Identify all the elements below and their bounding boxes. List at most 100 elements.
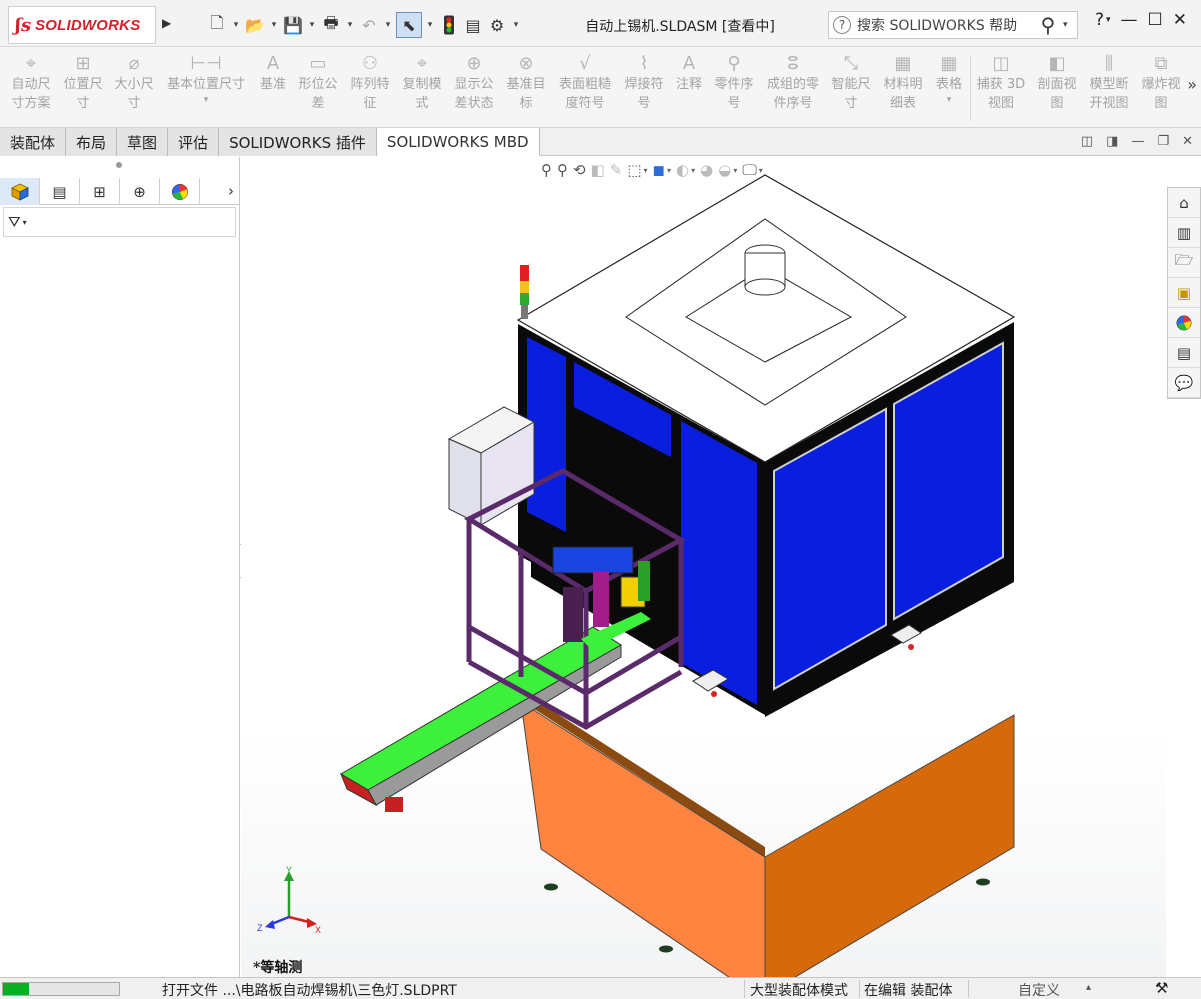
help-icon[interactable]: ? (1095, 10, 1104, 30)
select-pointer-icon[interactable]: ⬉ (396, 12, 422, 38)
forum-chat-icon[interactable]: 💬 (1168, 368, 1200, 398)
open-dropdown-icon[interactable]: ▾ (268, 20, 280, 30)
options-dropdown-icon[interactable]: ▾ (510, 20, 522, 30)
more-commands-icon[interactable]: » (1187, 75, 1197, 94)
solidworks-logo[interactable]: ʃs SOLIDWORKS (8, 6, 156, 44)
save-dropdown-icon[interactable]: ▾ (306, 20, 318, 30)
basic-location-dimension-button[interactable]: ⊢⊣ 基本位置尺寸 ▾ (162, 53, 250, 106)
size-dimension-button[interactable]: ⌀ 大小尺寸 (112, 53, 156, 113)
unit-system-dropdown-icon[interactable]: ▴ (1086, 982, 1091, 993)
surface-finish-button[interactable]: √ 表面粗糙度符号 (556, 53, 614, 113)
stacked-balloon-label: 成组的零件序号 (766, 77, 819, 111)
tab-assembly[interactable]: 装配体 (0, 128, 67, 156)
rebuild-status-icon[interactable]: ⚒ (1155, 979, 1168, 997)
location-dimension-icon: ⊞ (75, 53, 91, 74)
status-separator (859, 980, 860, 998)
help-search[interactable]: ? 搜索 SOLIDWORKS 帮助 ⚲ ▾ (828, 11, 1078, 39)
basic-location-dropdown-icon[interactable]: ▾ (204, 94, 209, 106)
search-dropdown-icon[interactable]: ▾ (1063, 20, 1077, 30)
display-manager-icon[interactable] (160, 178, 200, 205)
undo-icon[interactable]: ↶ (358, 12, 380, 38)
tree-filter[interactable]: ⛛ ▾ (3, 207, 236, 237)
soldering-head (593, 572, 609, 627)
previous-document-icon[interactable]: ◫ (1081, 134, 1093, 149)
minimize-icon[interactable]: — (1121, 10, 1138, 30)
configuration-manager-icon[interactable]: ⊞ (80, 178, 120, 205)
section-view-button[interactable]: ◧ 剖面视图 (1034, 53, 1080, 113)
tab-addins[interactable]: SOLIDWORKS 插件 (219, 128, 377, 156)
property-manager-icon[interactable]: ▤ (40, 178, 80, 205)
tab-layout[interactable]: 布局 (66, 128, 118, 156)
foot (659, 945, 673, 953)
smart-dimension-button[interactable]: ⤡ 智能尺寸 (828, 53, 874, 113)
stacked-balloon-button[interactable]: ⵓ 成组的零件序号 (764, 53, 822, 113)
design-library-icon[interactable]: ▥ (1168, 218, 1200, 248)
datum-target-button[interactable]: ⊗ 基准目标 (504, 53, 548, 113)
location-dimension-button[interactable]: ⊞ 位置尺寸 (60, 53, 106, 113)
graphics-viewport[interactable]: ⚲ ⚲ ⟲ ◧ ✎ ⬚ ▾ ◼ ▾ ◐ ▾ ◕ ◒ ▾ 🖵 ▾ Y X Z *等… (241, 157, 1166, 977)
auto-dimension-button[interactable]: ⌖ 自动尺寸方案 (8, 53, 54, 113)
show-tolerance-status-icon: ⊕ (466, 53, 482, 74)
exploded-view-button[interactable]: ⧉ 爆炸视图 (1138, 53, 1184, 113)
table-dropdown-icon[interactable]: ▾ (947, 94, 952, 106)
table-button[interactable]: ▦ 表格 ▾ (932, 53, 966, 106)
geometric-tolerance-button[interactable]: ▭ 形位公差 (296, 53, 340, 113)
doc-minimize-icon[interactable]: — (1131, 134, 1144, 149)
linear-module (563, 587, 583, 642)
copy-scheme-button[interactable]: ⌖ 复制模式 (400, 53, 444, 113)
assembly-model[interactable] (241, 157, 1166, 977)
document-title: 自动上锡机.SLDASM [查看中] (585, 19, 775, 35)
tab-sketch[interactable]: 草图 (117, 128, 169, 156)
feature-manager-tree-icon[interactable] (0, 178, 40, 205)
model-break-view-button[interactable]: ⫼ 模型断开视图 (1086, 53, 1132, 113)
print-dropdown-icon[interactable]: ▾ (344, 20, 356, 30)
doc-restore-icon[interactable]: ❐ (1157, 134, 1169, 149)
view-orientation-label: *等轴测 (253, 960, 303, 976)
next-document-icon[interactable]: ◨ (1106, 134, 1118, 149)
file-properties-icon[interactable]: ▤ (462, 12, 484, 38)
close-icon[interactable]: ✕ (1173, 10, 1187, 30)
tab-evaluate[interactable]: 评估 (168, 128, 220, 156)
appearances-scenes-icon[interactable] (1168, 308, 1200, 338)
bom-label: 材料明细表 (883, 77, 923, 111)
weld-symbol-label: 焊接符号 (624, 77, 664, 111)
new-document-icon[interactable]: 🗋 (206, 12, 228, 38)
dimxpert-manager-icon[interactable]: ⊕ (120, 178, 160, 205)
signal-pole (521, 305, 528, 319)
status-separator (968, 980, 969, 998)
model-break-view-label: 模型断开视图 (1089, 77, 1129, 111)
custom-properties-icon[interactable]: ▤ (1168, 338, 1200, 368)
maximize-icon[interactable]: ☐ (1148, 10, 1163, 30)
table-icon: ▦ (940, 53, 958, 74)
options-gear-icon[interactable]: ⚙ (486, 12, 508, 38)
pattern-feature-button[interactable]: ⚇ 阵列特征 (348, 53, 392, 113)
undo-dropdown-icon[interactable]: ▾ (382, 20, 394, 30)
search-input[interactable]: 搜索 SOLIDWORKS 帮助 (857, 15, 1033, 35)
open-document-icon[interactable]: 📂 (244, 12, 266, 38)
search-icon[interactable]: ⚲ (1033, 13, 1063, 37)
solidworks-resources-home-icon[interactable]: ⌂ (1168, 188, 1200, 218)
pattern-feature-icon: ⚇ (361, 53, 379, 74)
save-icon[interactable]: 💾 (282, 12, 304, 38)
rebuild-traffic-light-icon[interactable] (438, 12, 460, 38)
show-tolerance-status-button[interactable]: ⊕ 显示公差状态 (452, 53, 496, 113)
doc-close-icon[interactable]: ✕ (1182, 134, 1193, 149)
tab-mbd[interactable]: SOLIDWORKS MBD (376, 128, 540, 156)
panel-tabs-more-icon[interactable]: › (228, 182, 234, 200)
view-palette-icon[interactable]: ▣ (1168, 278, 1200, 308)
menu-expand-icon[interactable]: ▶ (162, 16, 171, 30)
select-dropdown-icon[interactable]: ▾ (424, 20, 436, 30)
print-icon[interactable]: 🖶 (320, 12, 342, 38)
new-dropdown-icon[interactable]: ▾ (230, 20, 242, 30)
help-dropdown-icon[interactable]: ▾ (1106, 15, 1111, 25)
bom-button[interactable]: ▦ 材料明细表 (880, 53, 926, 113)
balloon-button[interactable]: ⚲ 零件序号 (710, 53, 758, 113)
datum-button[interactable]: A 基准 (256, 53, 290, 94)
capture-3d-view-button[interactable]: ◫ 捕获 3D 视图 (974, 53, 1028, 113)
panel-grip[interactable] (116, 162, 122, 168)
file-explorer-folder-icon[interactable]: 🗁 (1168, 248, 1200, 278)
note-button[interactable]: A 注释 (672, 53, 706, 94)
progress-fill (3, 983, 29, 995)
weld-symbol-button[interactable]: ⌇ 焊接符号 (622, 53, 666, 113)
unit-system-custom[interactable]: 自定义 (1018, 980, 1060, 999)
